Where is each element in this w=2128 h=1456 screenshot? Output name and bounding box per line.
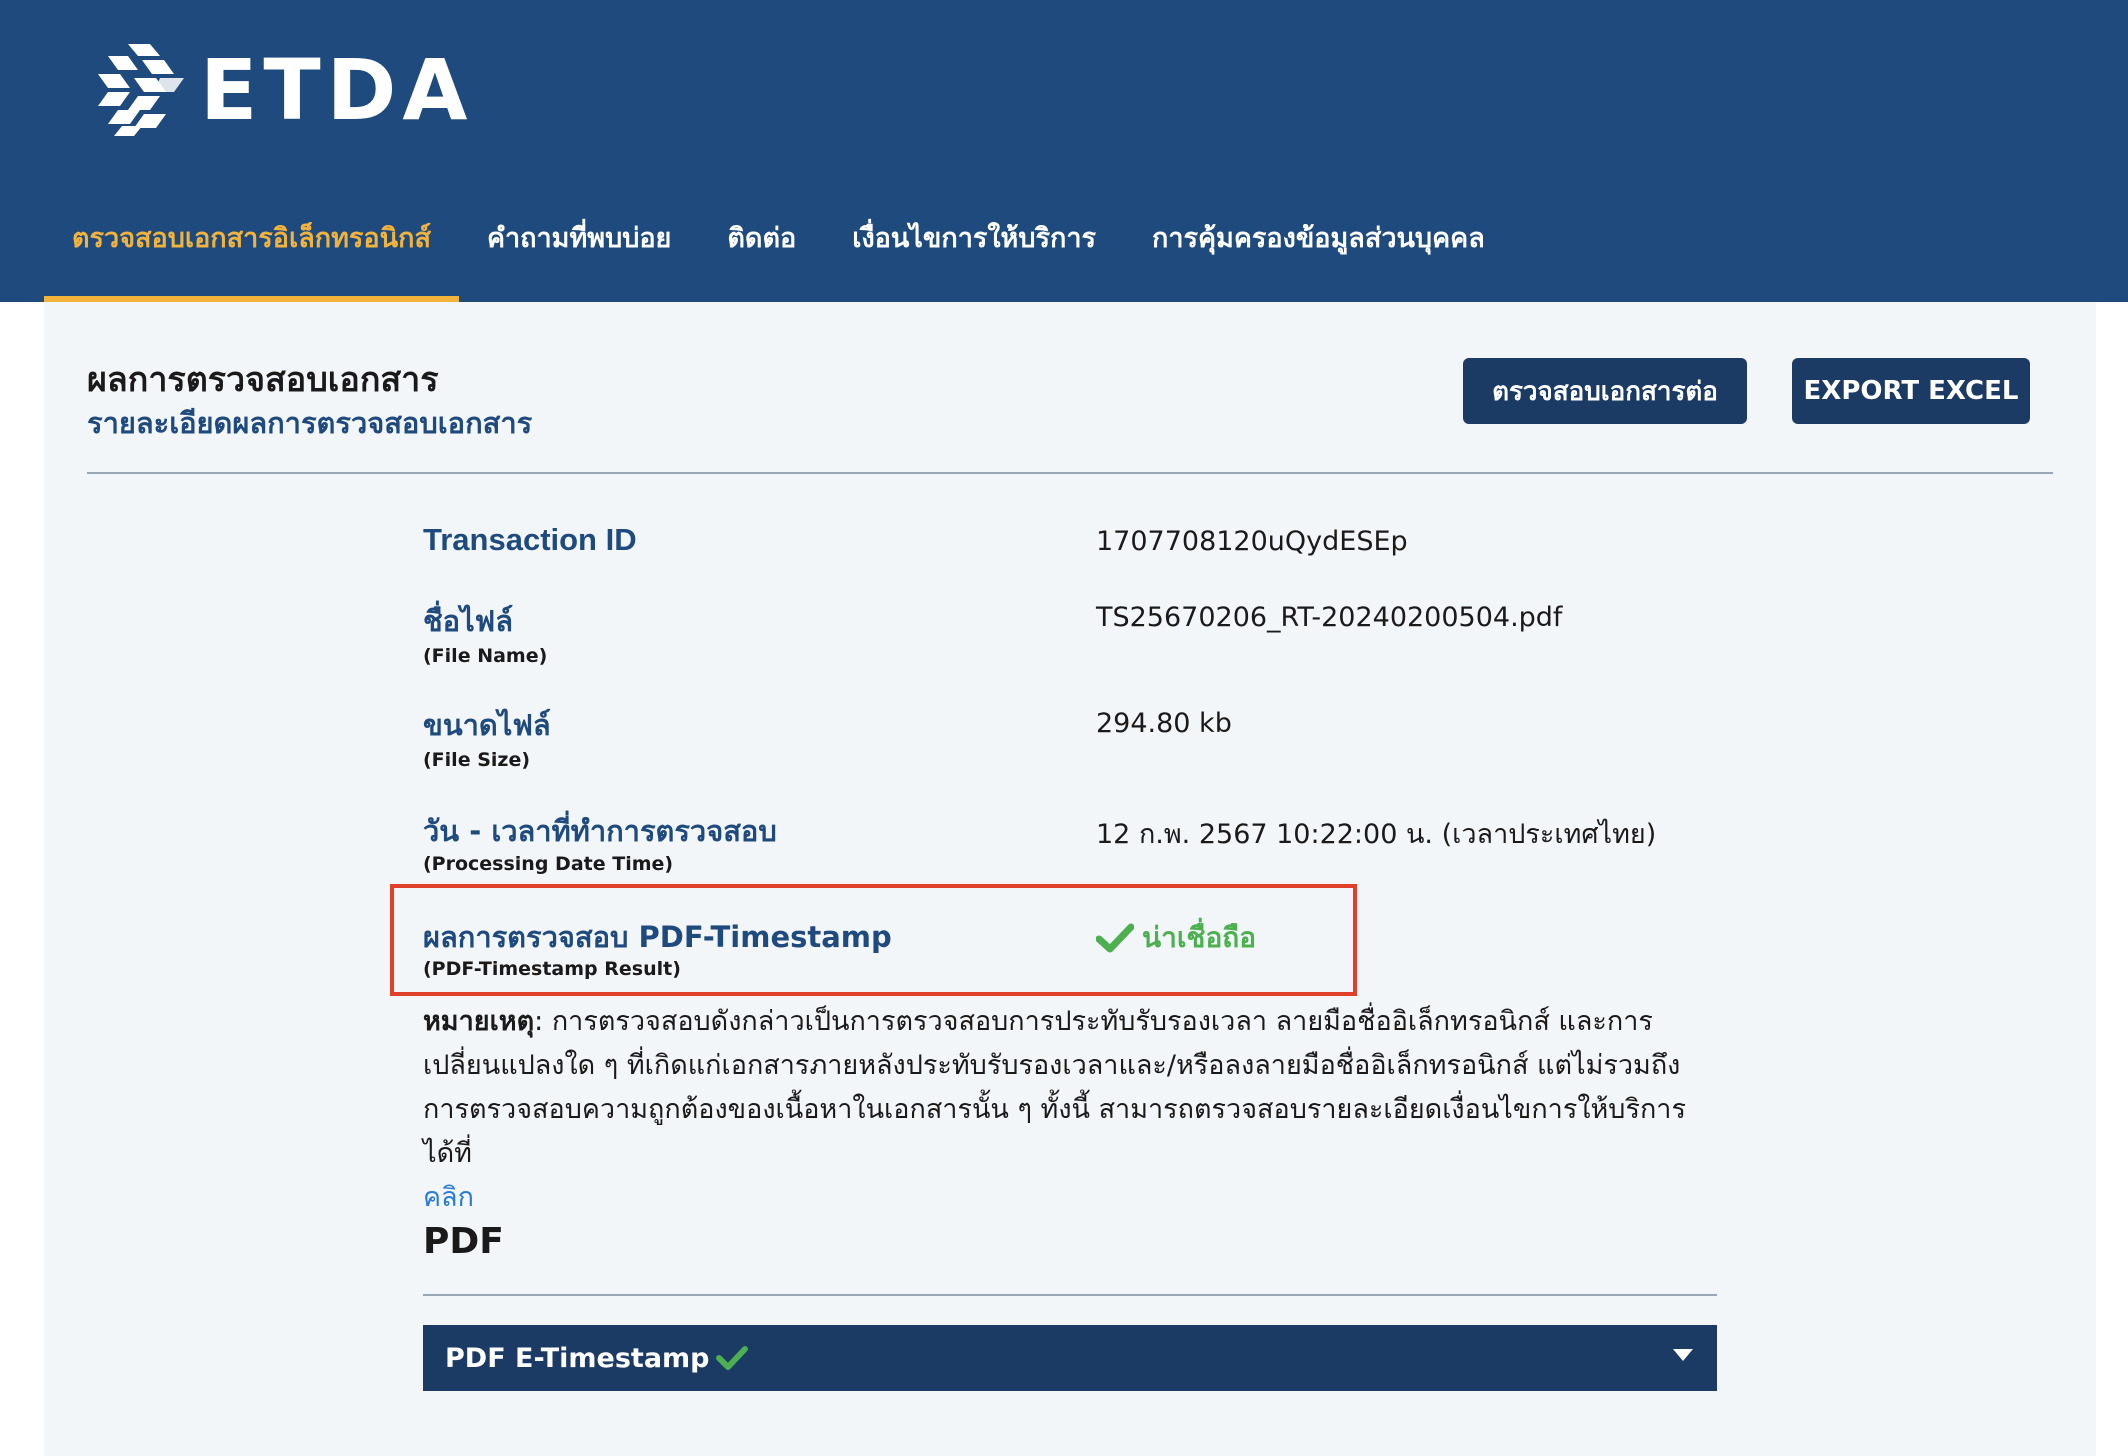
file-size-value: 294.80 kb	[1096, 708, 1232, 739]
nav-item-contact[interactable]: ติดต่อ	[699, 200, 824, 302]
timestamp-result-label: ผลการตรวจสอบ PDF-Timestamp	[423, 920, 892, 954]
nav-item-faq[interactable]: คำถามที่พบบ่อย	[459, 200, 699, 302]
file-name-sublabel: (File Name)	[423, 645, 548, 667]
timestamp-result-status: น่าเชื่อถือ	[1096, 916, 1256, 960]
caret-down-icon[interactable]	[1673, 1349, 1693, 1361]
accordion-label: PDF E-Timestamp	[445, 1342, 710, 1374]
nav-item-verify-documents[interactable]: ตรวจสอบเอกสารอิเล็กทรอนิกส์	[44, 200, 459, 302]
nav-item-terms[interactable]: เงื่อนไขการให้บริการ	[824, 200, 1124, 302]
pdf-divider	[423, 1294, 1717, 1296]
logo-text: ETDA	[200, 41, 474, 139]
pdf-timestamp-accordion[interactable]: PDF E-Timestamp	[423, 1325, 1717, 1391]
note-prefix: หมายเหตุ	[423, 1006, 535, 1037]
content-panel	[44, 302, 2096, 1456]
timestamp-result-value: น่าเชื่อถือ	[1142, 921, 1257, 954]
check-icon	[715, 1346, 748, 1370]
processing-time-label: วัน - เวลาที่ทำการตรวจสอบ	[423, 814, 777, 848]
main-nav: ตรวจสอบเอกสารอิเล็กทรอนิกส์ คำถามที่พบบ่…	[44, 200, 1513, 302]
disclaimer-note: หมายเหตุ: การตรวจสอบดังกล่าวเป็นการตรวจส…	[423, 1000, 1723, 1220]
transaction-id-value: 1707708120uQydESEp	[1096, 526, 1408, 557]
verify-another-button[interactable]: ตรวจสอบเอกสารต่อ	[1463, 358, 1747, 424]
etda-logo-icon	[98, 44, 184, 136]
check-icon	[1096, 923, 1134, 953]
page-subtitle: รายละเอียดผลการตรวจสอบเอกสาร	[87, 406, 533, 440]
file-size-label: ขนาดไฟล์	[423, 708, 551, 742]
terms-link[interactable]: คลิก	[423, 1182, 474, 1213]
transaction-id-label: Transaction ID	[423, 522, 637, 557]
export-excel-button[interactable]: EXPORT EXCEL	[1792, 358, 2030, 424]
nav-item-privacy[interactable]: การคุ้มครองข้อมูลส่วนบุคคล	[1124, 200, 1513, 302]
note-text: : การตรวจสอบดังกล่าวเป็นการตรวจสอบการประ…	[423, 1006, 1686, 1169]
file-name-value: TS25670206_RT-20240200504.pdf	[1096, 602, 1563, 633]
etda-logo[interactable]: ETDA	[98, 40, 473, 140]
processing-time-sublabel: (Processing Date Time)	[423, 853, 674, 875]
top-header: ETDA ตรวจสอบเอกสารอิเล็กทรอนิกส์ คำถามที…	[0, 0, 2128, 302]
pdf-section-heading: PDF	[423, 1221, 504, 1262]
file-size-sublabel: (File Size)	[423, 749, 531, 771]
title-divider	[87, 472, 2053, 474]
file-name-label: ชื่อไฟล์	[423, 604, 513, 638]
page-title: ผลการตรวจสอบเอกสาร	[87, 360, 439, 400]
processing-time-value: 12 ก.พ. 2567 10:22:00 น. (เวลาประเทศไทย)	[1096, 819, 1657, 850]
timestamp-result-sublabel: (PDF-Timestamp Result)	[423, 958, 681, 980]
